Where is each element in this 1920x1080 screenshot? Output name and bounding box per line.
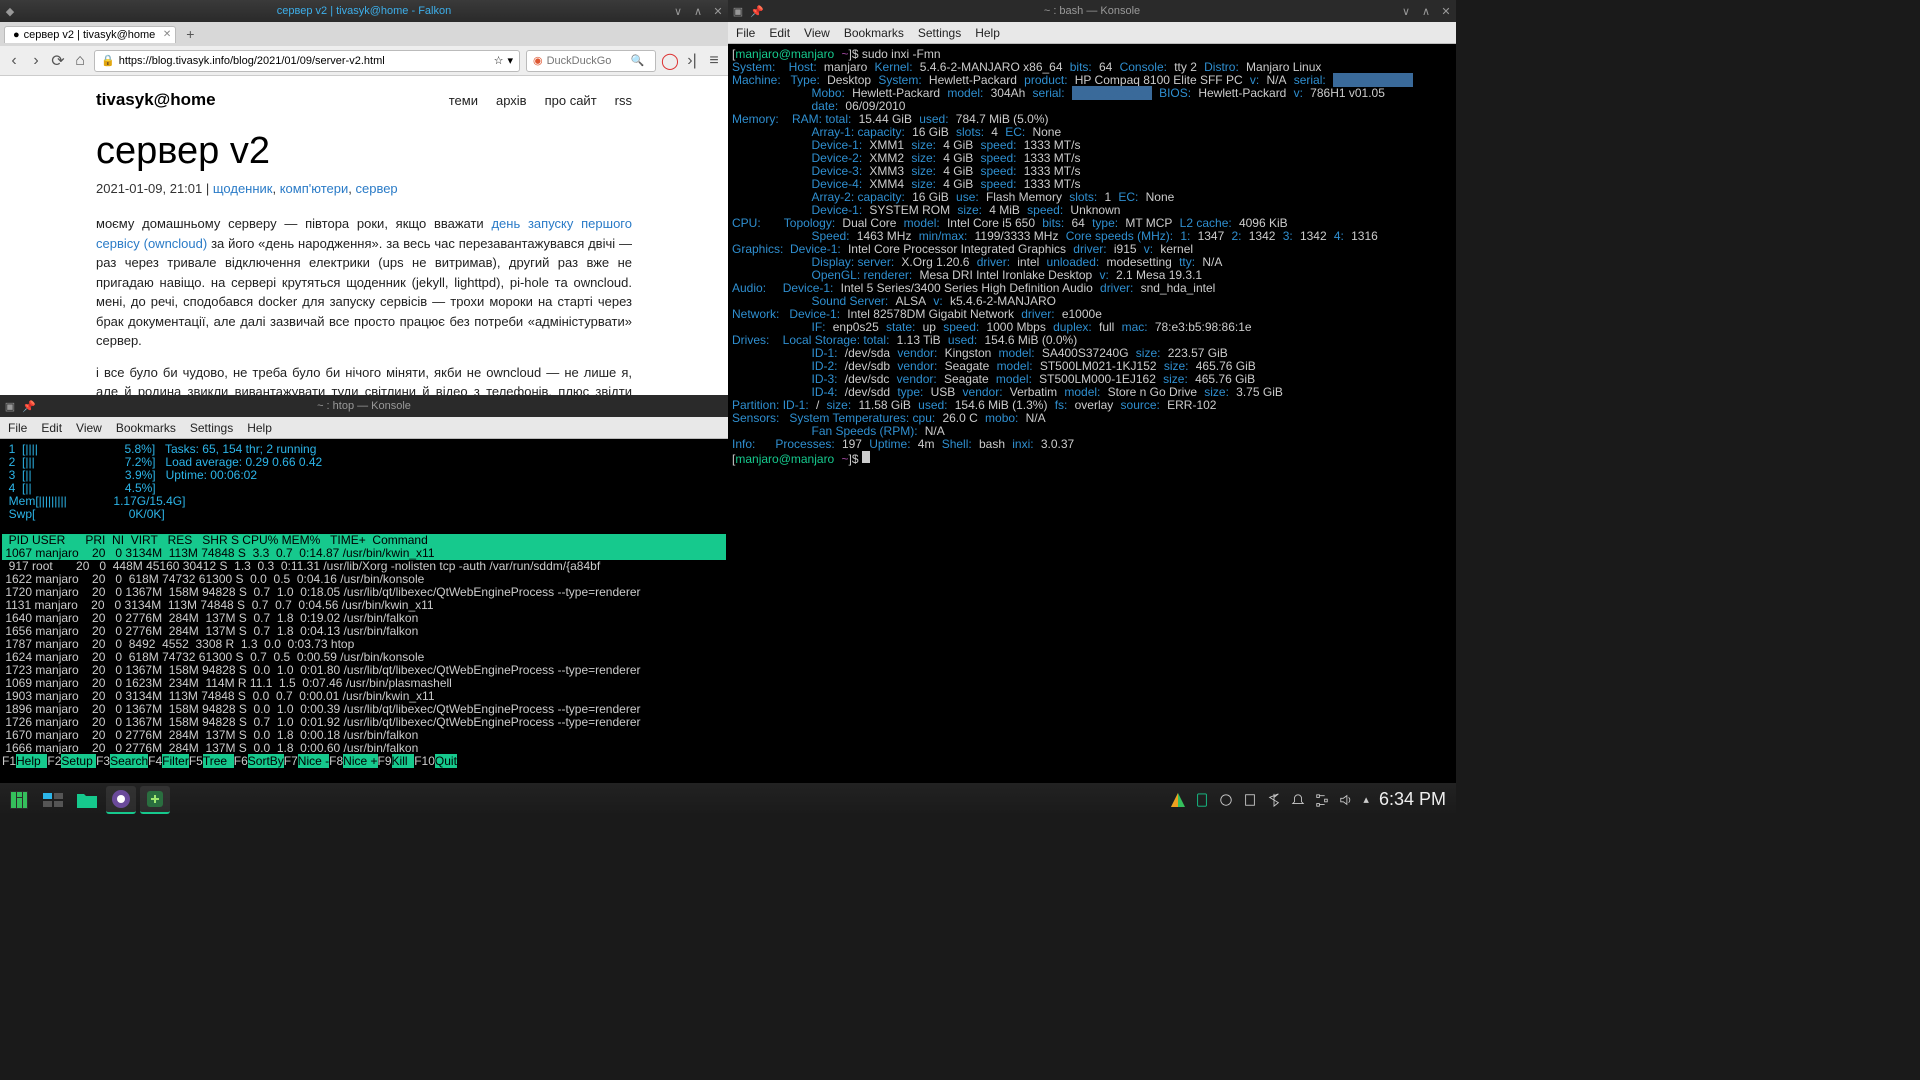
reload-button[interactable]: ⟳ (50, 53, 66, 69)
window-title: сервер v2 | tivasyk@home - Falkon (277, 5, 451, 17)
home-button[interactable]: ⌂ (72, 53, 88, 69)
start-menu-button[interactable] (4, 786, 34, 814)
tag-link[interactable]: щоденник (213, 181, 273, 196)
favicon-icon: ● (13, 29, 20, 41)
falkon-app-icon (111, 789, 131, 809)
inxi-terminal[interactable]: [manjaro@manjaro ~]$ sudo inxi -Fmn Syst… (728, 44, 1456, 783)
close-icon[interactable]: ✕ (712, 5, 724, 18)
taskbar: ▴ 6:34 PM (0, 783, 1456, 816)
menu-help[interactable]: Help (247, 421, 272, 435)
menu-file[interactable]: File (8, 421, 27, 435)
site-nav: теми архів про сайт rss (449, 93, 632, 108)
menu-bookmarks[interactable]: Bookmarks (844, 26, 904, 40)
software-task-button[interactable] (140, 786, 170, 814)
tab-strip: ● сервер v2 | tivasyk@home ✕ + (0, 22, 728, 46)
bluetooth-icon[interactable] (1267, 793, 1281, 807)
duckduckgo-icon: ◉ (533, 54, 543, 67)
folder-icon (77, 792, 97, 808)
htop-function-keys[interactable]: F1Help F2Setup F3SearchF4FilterF5Tree F6… (2, 754, 457, 768)
post-meta: 2021-01-09, 21:01 | щоденник, комп'ютери… (96, 181, 632, 196)
menu-file[interactable]: File (736, 26, 755, 40)
htop-konsole-window: ▣ 📌 ~ : htop — Konsole File Edit View Bo… (0, 395, 728, 783)
nav-archive[interactable]: архів (496, 93, 527, 108)
search-input[interactable] (547, 55, 627, 67)
htop-meters: 1 [|||| 5.8%] Tasks: 65, 154 thr; 2 runn… (2, 442, 322, 521)
htop-rows[interactable]: 917 root 20 0 448M 45160 30412 S 1.3 0.3… (2, 559, 640, 755)
usb-icon[interactable] (1195, 793, 1209, 807)
search-icon[interactable]: 🔍 (631, 54, 645, 67)
tag-link[interactable]: комп'ютери (280, 181, 349, 196)
konsole-icon: ▣ (4, 400, 16, 413)
manjaro-icon (10, 791, 28, 809)
maximize-icon[interactable]: ∧ (1420, 5, 1432, 18)
maximize-icon[interactable]: ∧ (692, 5, 704, 18)
menu-edit[interactable]: Edit (41, 421, 62, 435)
system-tray: ▴ 6:34 PM (1171, 789, 1456, 810)
sidebar-icon[interactable]: ›| (684, 53, 700, 69)
menu-edit[interactable]: Edit (769, 26, 790, 40)
adblock-icon[interactable]: ◯ (662, 53, 678, 69)
inxi-konsole-window: ▣ 📌 ~ : bash — Konsole ∨ ∧ ✕ File Edit V… (728, 0, 1456, 783)
htop-terminal[interactable]: 1 [|||| 5.8%] Tasks: 65, 154 thr; 2 runn… (0, 439, 728, 783)
back-button[interactable]: ‹ (6, 53, 22, 69)
htop-titlebar[interactable]: ▣ 📌 ~ : htop — Konsole (0, 395, 728, 417)
nav-about[interactable]: про сайт (545, 93, 597, 108)
bookmark-icon[interactable]: ☆ (494, 54, 504, 67)
post-title: сервер v2 (96, 130, 632, 173)
clipboard-icon[interactable] (1243, 793, 1257, 807)
cursor (862, 451, 870, 463)
minimize-icon[interactable]: ∨ (672, 5, 684, 18)
pin-icon[interactable]: 📌 (750, 5, 762, 18)
menu-settings[interactable]: Settings (190, 421, 233, 435)
window-title: ~ : htop — Konsole (317, 400, 411, 412)
menu-icon[interactable]: ≡ (706, 53, 722, 69)
virtual-desktops-button[interactable] (38, 786, 68, 814)
tab-title: сервер v2 | tivasyk@home (24, 29, 156, 41)
tray-expand-icon[interactable]: ▴ (1363, 793, 1369, 806)
tag-link[interactable]: сервер (355, 181, 397, 196)
menu-view[interactable]: View (76, 421, 102, 435)
forward-button[interactable]: › (28, 53, 44, 69)
nav-rss[interactable]: rss (615, 93, 632, 108)
window-title: ~ : bash — Konsole (1044, 5, 1140, 17)
app-icon: ◆ (4, 5, 16, 18)
pin-icon[interactable]: 📌 (22, 400, 34, 413)
close-icon[interactable]: ✕ (1440, 5, 1452, 18)
menu-bar: File Edit View Bookmarks Settings Help (0, 417, 728, 439)
menu-bookmarks[interactable]: Bookmarks (116, 421, 176, 435)
page-content: tivasyk@home теми архів про сайт rss сер… (0, 76, 728, 395)
post-body: моєму домашньому серверу — півтора роки,… (96, 214, 632, 395)
browser-tab[interactable]: ● сервер v2 | tivasyk@home ✕ (4, 26, 176, 43)
url-input[interactable] (119, 55, 490, 67)
new-tab-button[interactable]: + (182, 26, 198, 42)
falkon-task-button[interactable] (106, 786, 136, 814)
clock[interactable]: 6:34 PM (1379, 789, 1446, 810)
chevron-down-icon[interactable]: ▾ (507, 54, 513, 67)
package-icon (145, 789, 165, 809)
site-title[interactable]: tivasyk@home (96, 90, 216, 110)
falkon-titlebar[interactable]: ◆ сервер v2 | tivasyk@home - Falkon ∨ ∧ … (0, 0, 728, 22)
file-manager-button[interactable] (72, 786, 102, 814)
volume-icon[interactable] (1339, 793, 1353, 807)
keyboard-icon[interactable] (1219, 793, 1233, 807)
lock-icon: 🔒 (101, 54, 115, 67)
network-icon[interactable] (1315, 793, 1329, 807)
updates-icon[interactable] (1171, 793, 1185, 807)
menu-help[interactable]: Help (975, 26, 1000, 40)
search-field[interactable]: ◉ 🔍 (526, 50, 656, 72)
address-bar: ‹ › ⟳ ⌂ 🔒 ☆ ▾ ◉ 🔍 ◯ ›| ≡ (0, 46, 728, 76)
menu-bar: File Edit View Bookmarks Settings Help (728, 22, 1456, 44)
tab-close-icon[interactable]: ✕ (163, 29, 171, 40)
menu-settings[interactable]: Settings (918, 26, 961, 40)
inxi-titlebar[interactable]: ▣ 📌 ~ : bash — Konsole ∨ ∧ ✕ (728, 0, 1456, 22)
falkon-window: ◆ сервер v2 | tivasyk@home - Falkon ∨ ∧ … (0, 0, 728, 395)
konsole-icon: ▣ (732, 5, 744, 18)
nav-themes[interactable]: теми (449, 93, 478, 108)
menu-view[interactable]: View (804, 26, 830, 40)
desktops-icon (43, 793, 63, 807)
notifications-icon[interactable] (1291, 793, 1305, 807)
minimize-icon[interactable]: ∨ (1400, 5, 1412, 18)
url-field[interactable]: 🔒 ☆ ▾ (94, 50, 520, 72)
